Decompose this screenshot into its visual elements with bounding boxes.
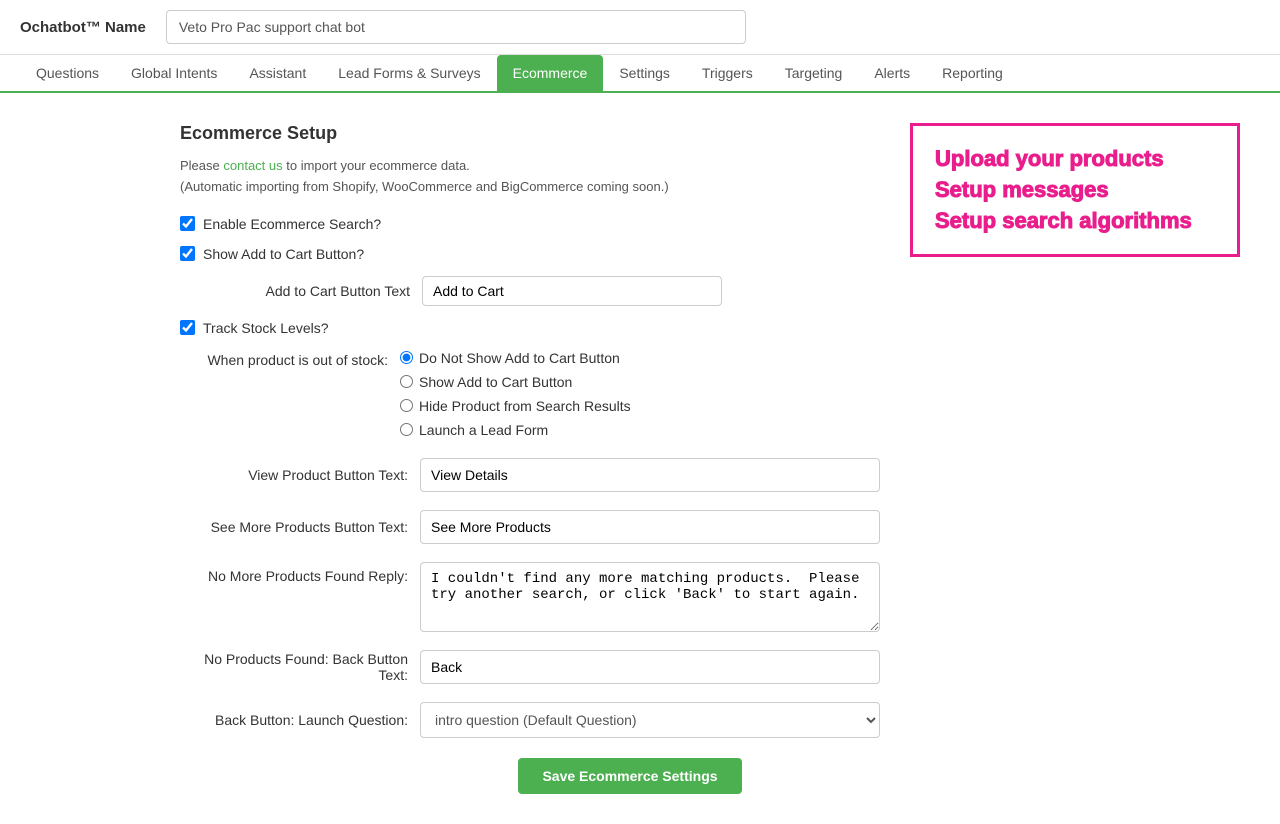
- contact-us-link[interactable]: contact us: [223, 158, 282, 173]
- stock-option-hide-label: Hide Product from Search Results: [419, 398, 631, 414]
- show-add-to-cart-checkbox[interactable]: [180, 246, 195, 261]
- no-more-products-textarea[interactable]: I couldn't find any more matching produc…: [420, 562, 880, 632]
- no-more-products-row: No More Products Found Reply: I couldn't…: [180, 562, 1080, 632]
- promo-line1: Upload your products: [935, 144, 1215, 175]
- promo-line3: Setup search algorithms: [935, 206, 1215, 237]
- save-ecommerce-button[interactable]: Save Ecommerce Settings: [518, 758, 741, 794]
- promo-line2: Setup messages: [935, 175, 1215, 206]
- nav-tabs: Questions Global Intents Assistant Lead …: [0, 55, 1280, 93]
- stock-option-lead-form[interactable]: Launch a Lead Form: [400, 422, 631, 438]
- tab-lead-forms[interactable]: Lead Forms & Surveys: [322, 55, 496, 91]
- see-more-products-row: See More Products Button Text:: [180, 510, 1080, 544]
- stock-radio-dont-show[interactable]: [400, 351, 413, 364]
- tab-alerts[interactable]: Alerts: [858, 55, 926, 91]
- stock-radio-hide[interactable]: [400, 399, 413, 412]
- stock-option-show-label: Show Add to Cart Button: [419, 374, 572, 390]
- stock-option-show[interactable]: Show Add to Cart Button: [400, 374, 631, 390]
- no-products-back-input[interactable]: [420, 650, 880, 684]
- stock-radio-show[interactable]: [400, 375, 413, 388]
- intro-text-note: (Automatic importing from Shopify, WooCo…: [180, 179, 669, 194]
- track-stock-checkbox[interactable]: [180, 320, 195, 335]
- form-section: Enable Ecommerce Search? Show Add to Car…: [180, 216, 1080, 794]
- out-of-stock-row: When product is out of stock: Do Not Sho…: [180, 350, 1080, 438]
- see-more-products-input[interactable]: [420, 510, 880, 544]
- tab-ecommerce[interactable]: Ecommerce: [497, 55, 604, 91]
- tab-global-intents[interactable]: Global Intents: [115, 55, 233, 91]
- no-more-products-label: No More Products Found Reply:: [180, 562, 420, 584]
- see-more-products-label: See More Products Button Text:: [180, 519, 420, 535]
- enable-ecommerce-label: Enable Ecommerce Search?: [203, 216, 381, 232]
- stock-option-dont-show[interactable]: Do Not Show Add to Cart Button: [400, 350, 631, 366]
- view-product-input[interactable]: [420, 458, 880, 492]
- brand-name: Ochatbot™ Name: [20, 19, 146, 36]
- tab-targeting[interactable]: Targeting: [769, 55, 859, 91]
- track-stock-row: Track Stock Levels?: [180, 320, 1080, 336]
- intro-text-suffix: to import your ecommerce data.: [286, 158, 470, 173]
- stock-radio-lead-form[interactable]: [400, 423, 413, 436]
- add-to-cart-text-input[interactable]: [422, 276, 722, 306]
- enable-ecommerce-checkbox[interactable]: [180, 216, 195, 231]
- save-btn-row: Save Ecommerce Settings: [180, 758, 1080, 794]
- view-product-label: View Product Button Text:: [180, 467, 420, 483]
- tab-reporting[interactable]: Reporting: [926, 55, 1019, 91]
- tab-assistant[interactable]: Assistant: [233, 55, 322, 91]
- stock-option-dont-show-label: Do Not Show Add to Cart Button: [419, 350, 620, 366]
- main-content: Upload your products Setup messages Setu…: [0, 93, 1280, 824]
- promo-box: Upload your products Setup messages Setu…: [910, 123, 1240, 257]
- top-bar: Ochatbot™ Name: [0, 0, 1280, 55]
- bot-name-input[interactable]: [166, 10, 746, 44]
- tab-questions[interactable]: Questions: [20, 55, 115, 91]
- intro-text-please: Please: [180, 158, 220, 173]
- out-of-stock-options: Do Not Show Add to Cart Button Show Add …: [400, 350, 631, 438]
- track-stock-label: Track Stock Levels?: [203, 320, 329, 336]
- stock-option-hide[interactable]: Hide Product from Search Results: [400, 398, 631, 414]
- add-to-cart-text-row: Add to Cart Button Text: [202, 276, 1080, 306]
- tab-triggers[interactable]: Triggers: [686, 55, 769, 91]
- view-product-row: View Product Button Text:: [180, 458, 1080, 492]
- tab-settings[interactable]: Settings: [603, 55, 686, 91]
- add-to-cart-text-label: Add to Cart Button Text: [202, 283, 422, 299]
- no-products-back-row: No Products Found: Back Button Text:: [180, 650, 1080, 684]
- show-add-to-cart-label: Show Add to Cart Button?: [203, 246, 364, 262]
- out-of-stock-label: When product is out of stock:: [180, 350, 400, 368]
- stock-option-lead-form-label: Launch a Lead Form: [419, 422, 548, 438]
- no-products-back-label: No Products Found: Back Button Text:: [180, 651, 420, 683]
